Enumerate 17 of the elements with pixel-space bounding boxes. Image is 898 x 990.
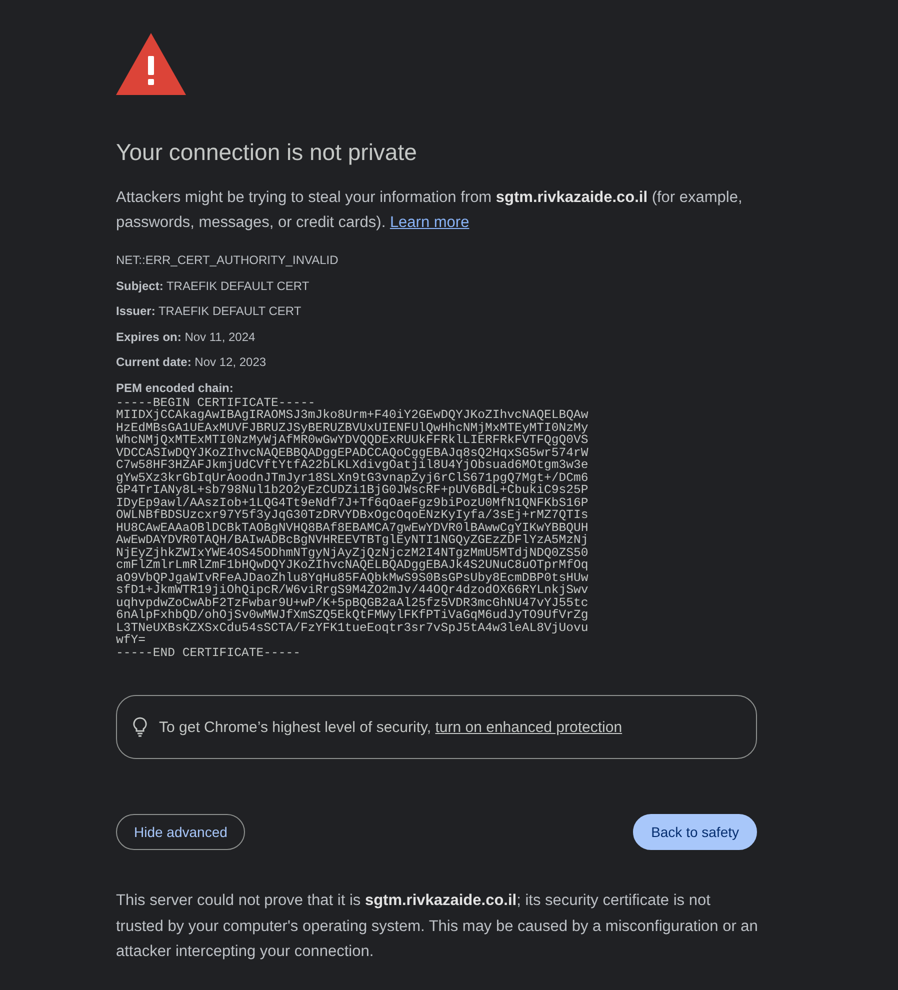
- certificate-detail: Expires on: Nov 11, 2024: [116, 328, 256, 344]
- learn-more-link[interactable]: Learn more: [390, 214, 470, 231]
- tip-text: To get Chrome’s highest level of security, turn on enhanced protection: [159, 718, 622, 736]
- certificate-detail: Subject: TRAEFIK DEFAULT CERT: [116, 278, 310, 294]
- page-title: Your connection is not private: [116, 138, 418, 166]
- certificate-detail: Current date: Nov 12, 2023: [116, 354, 268, 370]
- explanation-text: This server could not prove that it is sgtm.rivkazaide.co.il; its security certificate is not trusted by your computer's operating system. This may be caused by a misconfiguration or an attacker intercepting your connection.: [116, 891, 759, 962]
- error-code: NET::ERR_CERT_AUTHORITY_INVALID: [116, 252, 340, 268]
- certificate-text: -----BEGIN CERTIFICATE----- MIIDXjCCAkagAwIBAgIRAOMSJ3mJko8Urm+F40iY2GEwDQYJKoZIhvcNAQELBQAw HzEdMBsGA1UEAxMUVFJBRUZJSyBERUZBVUxUIENFUlQwHhcNMjMxMTEyMTI0NzMy WhcNMjQxMTExMTI0NzMyWjAfMR0wGwYDVQQDExRUUkFFRklLIERFRkFVTFQgQ0VS VDCCASIwDQYJKoZIhvcNAQEBBQADggEPADCCAQoCggEBAJq8sQ2HqxSG5wr574rW C7w58HF3HZAFJkmjUdCVftYtfA22bLKLXdivgOatjil8U4YjObsuad6MOtgm3w3e gYw5Xz3krGbIqUrAoodnJTmJyr18SLXn9tG3vnapZyj6rClS671pgQ7Mgt+/DCm6 GP4TrIANy8L+sb798Nul1b2O2yEzCUDZi1BjG0JWscRF+pUV6BdL+CbukiC9s25P IDyEp9awl/AAszIob+1LQG4Tt9eNdf7J+Tf6qOaeFgz9biPozU0MfN1QNFKbS16P OWLNBfBDSUzcxr97Y5f3yJqG30TzDRVYDBxOgcOqoENzKyIyfa/3sEj+rMZ7QTIs HU8CAwEAAaOBlDCBkTAOBgNVHQ8BAf8EBAMCA7gwEwYDVR0lBAwwCgYIKwYBBQUH AwEwDAYDVR0TAQH/BAIwADBcBgNVHREEVTBTglEyNTI1NGQyZGEzZDFlYzA5MzNj NjEyZjhkZWIxYWE4OS45ODhmNTgyNjAyZjQzNjczM2I4NTgzMmU5MTdjNDQ0ZS50 cmFlZmlrLmRlZmF1bHQwDQYJKoZIhvcNAQELBQADggEBAJk4S2UNuC8uOTprMfOq aO9VbQPJgaWIvRFeAJDaoZhlu8YqHu85FAQbkMwS9S0BsGPsUby8EcmDBP0tsHUw sfD1+JkmWTR19jiOhQipcR/W6viRrgS9M4ZO2mJv/44OQr4dzodOX66RYLnkjSwv uqhvpdwZoCwAbF2TzFwbar9U+wP/K+5pBQGB2aAl25fz5VDR3mcGhNU47vYJ55tc 6nAlpFxhbQD/ohOjSv0wMWJfXmSZQ5EkQtFMWylFKfPTiVaGqM6udJyTO9UfVrZg L3TNeUXBsKZXSxCdu54sSCTA/FzYFK1tueEoqtr3sr7vSpJ5tA4w3leAL8VjUovu wfY= -----END CERTIFICATE-----: [116, 396, 590, 659]
- enhanced-protection-link[interactable]: turn on enhanced protection: [435, 718, 622, 736]
- back-button[interactable]: Back to safety: [633, 814, 757, 850]
- certificate-detail: Issuer: TRAEFIK DEFAULT CERT: [116, 303, 302, 319]
- hide-advanced-button[interactable]: Hide advanced: [116, 814, 246, 850]
- warning-message: Attackers might be trying to steal your information from sgtm.rivkazaide.co.il (for example, passwords, messages, or credit cards). Learn more: [116, 188, 744, 233]
- pem-label: PEM encoded chain:: [116, 380, 234, 396]
- lightbulb-icon: [133, 717, 147, 737]
- warning-icon: [116, 33, 186, 95]
